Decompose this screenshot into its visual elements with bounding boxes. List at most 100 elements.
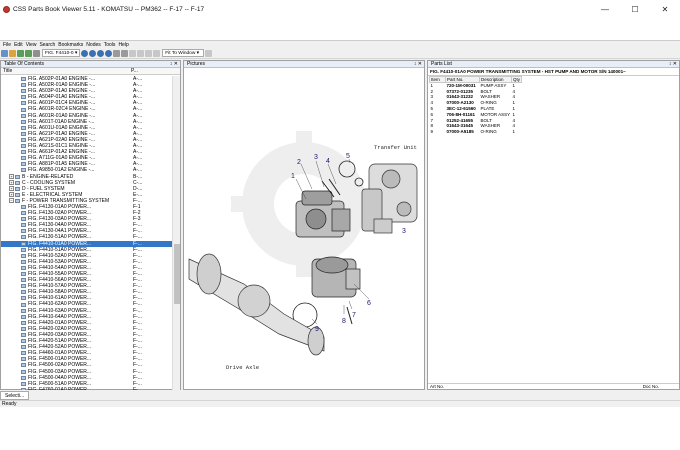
toc-close-icon[interactable]: ↕ ✕ [170,61,178,67]
selection-tab[interactable]: Selecti... [0,391,30,400]
callout-2[interactable]: 2 [297,159,301,166]
menu-tools[interactable]: Tools [104,42,116,48]
select-icon[interactable] [137,49,145,57]
page-icon [21,278,26,283]
print-icon[interactable] [33,49,40,57]
forward-icon[interactable] [25,49,32,57]
app-window: File Edit View Search Bookmarks Nodes To… [0,40,680,407]
folder-icon[interactable] [9,49,16,57]
menu-view[interactable]: View [26,42,37,48]
page-icon [21,320,26,325]
open-icon[interactable] [1,49,8,57]
pictures-close-icon[interactable]: ↕ ✕ [414,61,422,67]
page-icon [21,150,26,155]
menu-help[interactable]: Help [118,42,128,48]
page-icon [21,137,26,142]
toc-title: Table Of Contents [4,61,45,67]
page-icon [21,217,26,222]
page-icon [21,339,26,344]
refresh-icon[interactable] [205,49,213,57]
back-icon[interactable] [17,49,24,57]
menu-nodes[interactable]: Nodes [86,42,100,48]
pictures-title: Pictures [187,61,206,67]
callout-1[interactable]: 1 [291,173,295,180]
pictures-panel: Pictures ↕ ✕ 1 2 3 4 5 6 7 8 9 3 Transfe… [183,60,425,390]
page-icon [21,284,26,289]
menu-edit[interactable]: Edit [14,42,23,48]
zoom-in-icon[interactable] [113,49,121,57]
toc-panel: Table Of Contents ↕ ✕ Title P... FIG. A5… [0,60,181,390]
page-icon [21,326,26,331]
toc-row-page: F-... [133,386,142,390]
collapse-icon[interactable]: − [9,198,14,204]
book-icon [15,192,20,197]
callout-5[interactable]: 5 [346,153,350,160]
page-icon [21,101,26,106]
menu-bar: File Edit View Search Bookmarks Nodes To… [0,41,680,48]
fit-icon[interactable] [153,49,161,57]
zoom-select[interactable]: Fit To Window ▾ [162,49,205,57]
toc-col-title[interactable]: Title [1,68,131,74]
first-page-icon[interactable] [81,49,89,57]
page-icon [21,290,26,295]
callout-4[interactable]: 4 [326,158,330,165]
expand-icon[interactable]: + [9,174,14,180]
book-icon [15,198,20,203]
expand-icon[interactable]: + [9,180,14,186]
callout-9[interactable]: 9 [315,326,319,333]
close-button[interactable]: ✕ [650,0,680,18]
page-icon [21,162,26,167]
page-icon [21,211,26,216]
page-icon [21,314,26,319]
minimize-button[interactable]: — [590,0,620,18]
part-number: 07000-A5185 [446,129,474,135]
menu-search[interactable]: Search [39,42,55,48]
prev-page-icon[interactable] [89,49,97,57]
book-icon [15,186,20,191]
window-title: CSS Parts Book Viewer 5.11 - KOMATSU -- … [13,5,205,13]
page-select[interactable]: FIG. F4410-0 ▾ [42,49,81,57]
page-icon [21,95,26,100]
page-icon [21,83,26,88]
window-controls: — ☐ ✕ [590,0,680,18]
page-icon [21,296,26,301]
page-icon [21,259,26,264]
page-icon [21,241,26,246]
parts-list-title: Parts List [431,61,452,67]
menu-bookmarks[interactable]: Bookmarks [58,42,83,48]
zoom-out-icon[interactable] [121,49,129,57]
toc-scrollbar[interactable] [172,76,180,390]
callout-3[interactable]: 3 [314,154,318,161]
menu-file[interactable]: File [3,42,11,48]
exploded-diagram[interactable]: 1 2 3 4 5 6 7 8 9 3 Transfer Unit Drive … [184,69,424,389]
page-icon [21,229,26,234]
toc-scroll-thumb[interactable] [174,244,180,304]
toc-row[interactable]: FIG. F4760-01A0 POWER... F-... [1,387,173,390]
maximize-button[interactable]: ☐ [620,0,650,18]
page-icon [21,308,26,313]
expand-icon[interactable]: + [9,186,14,192]
toc-col-page[interactable]: P... [131,68,138,74]
part-number: 3EC-12-61560 [446,106,476,112]
callout-7[interactable]: 7 [352,312,356,319]
part-number: 720-1M-00031 [446,83,476,89]
callout-8[interactable]: 8 [342,318,346,325]
parts-footer: Art No. Doc No. [428,383,679,389]
app-icon [3,5,10,13]
expand-icon[interactable]: + [9,192,14,198]
title-bar: CSS Parts Book Viewer 5.11 - KOMATSU -- … [0,0,680,18]
callout-3b[interactable]: 3 [402,228,406,235]
book-icon [15,180,20,185]
last-page-icon[interactable] [105,49,113,57]
parts-row[interactable]: 9 07000-A5185 O-RING 1 [430,129,522,135]
pan-icon[interactable] [129,49,137,57]
page-icon [21,369,26,374]
figure-heading: FIG. F4410-01A0 POWER TRANSMITTING SYSTE… [428,68,679,76]
page-icon [21,375,26,380]
col-qty[interactable]: Qty [510,76,523,83]
page-icon [21,156,26,161]
rotate-icon[interactable] [145,49,153,57]
next-page-icon[interactable] [97,49,105,57]
parts-list-close-icon[interactable]: ↕ ✕ [669,61,677,67]
callout-6[interactable]: 6 [367,300,371,307]
